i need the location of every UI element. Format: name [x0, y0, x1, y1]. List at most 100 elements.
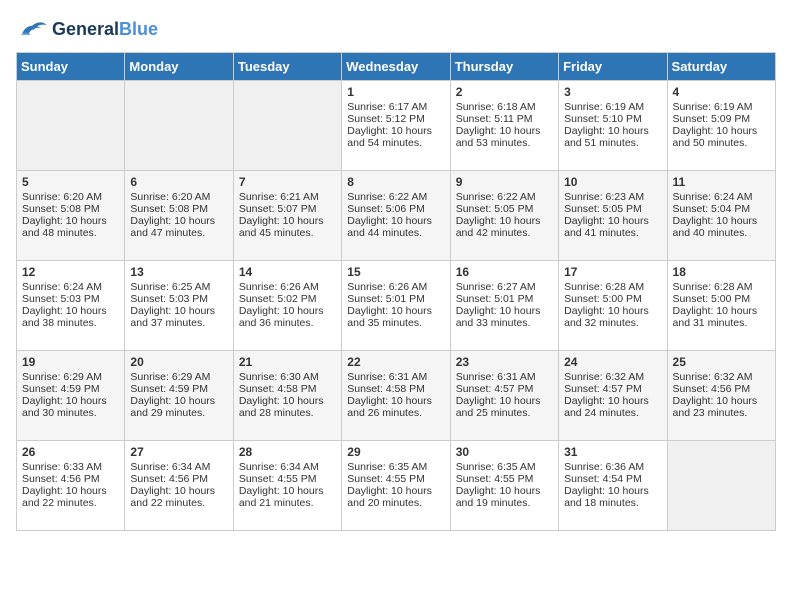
sunrise-time: Sunrise: 6:26 AM [239, 281, 319, 293]
sunrise-time: Sunrise: 6:25 AM [130, 281, 210, 293]
sunset-time: Sunset: 5:03 PM [130, 293, 208, 305]
daylight-label: Daylight: 10 hours and 18 minutes. [564, 485, 649, 509]
sunset-time: Sunset: 5:11 PM [456, 113, 533, 125]
day-number: 15 [347, 265, 444, 279]
daylight-label: Daylight: 10 hours and 25 minutes. [456, 395, 541, 419]
sunrise-time: Sunrise: 6:19 AM [564, 101, 644, 113]
day-number: 8 [347, 175, 444, 189]
calendar-cell: 5Sunrise: 6:20 AMSunset: 5:08 PMDaylight… [17, 171, 125, 261]
daylight-label: Daylight: 10 hours and 31 minutes. [673, 305, 758, 329]
calendar-cell: 25 Sunrise: 6:32 AMSunset: 4:56 PMDayligh… [667, 351, 775, 441]
sunset-time: Sunset: 5:10 PM [564, 113, 642, 125]
sunrise-time: Sunrise: 6:17 AM [347, 101, 427, 113]
day-number: 25 [673, 355, 770, 369]
calendar-cell: 2 Sunrise: 6:18 AMSunset: 5:11 PMDaylight… [450, 81, 558, 171]
logo: GeneralBlue [16, 16, 158, 44]
daylight-label: Daylight: 10 hours and 36 minutes. [239, 305, 324, 329]
calendar-cell [233, 81, 341, 171]
sunrise-time: Sunrise: 6:28 AM [564, 281, 644, 293]
daylight-label: Daylight: 10 hours and 22 minutes. [22, 485, 107, 509]
sunset-time: Sunset: 5:12 PM [347, 113, 425, 125]
sunrise-time: Sunrise: 6:31 AM [347, 371, 427, 383]
sunset-time: Sunset: 4:57 PM [456, 383, 534, 395]
sunrise-time: Sunrise: 6:36 AM [564, 461, 644, 473]
daylight-label: Daylight: 10 hours and 37 minutes. [130, 305, 215, 329]
sunset-time: Sunset: 5:00 PM [564, 293, 642, 305]
day-number: 22 [347, 355, 444, 369]
column-header-friday: Friday [559, 53, 667, 81]
calendar-cell: 12Sunrise: 6:24 AMSunset: 5:03 PMDayligh… [17, 261, 125, 351]
day-number: 7 [239, 175, 336, 189]
daylight-label: Daylight: 10 hours and 23 minutes. [673, 395, 758, 419]
day-number: 2 [456, 85, 553, 99]
header-row: SundayMondayTuesdayWednesdayThursdayFrid… [17, 53, 776, 81]
daylight-label: Daylight: 10 hours and 33 minutes. [456, 305, 541, 329]
day-number: 16 [456, 265, 553, 279]
daylight-label: Daylight: 10 hours and 30 minutes. [22, 395, 107, 419]
sunrise-time: Sunrise: 6:22 AM [456, 191, 536, 203]
daylight-label: Daylight: 10 hours and 53 minutes. [456, 125, 541, 149]
calendar-cell: 23 Sunrise: 6:31 AMSunset: 4:57 PMDayligh… [450, 351, 558, 441]
sunset-time: Sunset: 4:55 PM [347, 473, 425, 485]
day-number: 11 [673, 175, 770, 189]
calendar-cell: 21Sunrise: 6:30 AMSunset: 4:58 PMDayligh… [233, 351, 341, 441]
calendar-cell: 13 Sunrise: 6:25 AMSunset: 5:03 PMDayligh… [125, 261, 233, 351]
calendar-cell: 14Sunrise: 6:26 AMSunset: 5:02 PMDayligh… [233, 261, 341, 351]
calendar-cell: 4Sunrise: 6:19 AMSunset: 5:09 PMDaylight… [667, 81, 775, 171]
sunrise-time: Sunrise: 6:31 AM [456, 371, 536, 383]
day-number: 13 [130, 265, 227, 279]
day-number: 28 [239, 445, 336, 459]
sunrise-time: Sunrise: 6:34 AM [239, 461, 319, 473]
sunrise-time: Sunrise: 6:33 AM [22, 461, 102, 473]
sunrise-time: Sunrise: 6:28 AM [673, 281, 753, 293]
sunrise-time: Sunrise: 6:18 AM [456, 101, 536, 113]
day-number: 12 [22, 265, 119, 279]
sunset-time: Sunset: 5:08 PM [130, 203, 208, 215]
day-number: 27 [130, 445, 227, 459]
sunrise-time: Sunrise: 6:32 AM [673, 371, 753, 383]
sunrise-time: Sunrise: 6:22 AM [347, 191, 427, 203]
daylight-label: Daylight: 10 hours and 48 minutes. [22, 215, 107, 239]
daylight-label: Daylight: 10 hours and 26 minutes. [347, 395, 432, 419]
day-number: 24 [564, 355, 661, 369]
sunset-time: Sunset: 5:07 PM [239, 203, 317, 215]
calendar-cell [667, 441, 775, 531]
sunset-time: Sunset: 5:01 PM [456, 293, 534, 305]
calendar-cell: 8Sunrise: 6:22 AMSunset: 5:06 PMDaylight… [342, 171, 450, 261]
daylight-label: Daylight: 10 hours and 28 minutes. [239, 395, 324, 419]
sunset-time: Sunset: 5:04 PM [673, 203, 751, 215]
day-number: 30 [456, 445, 553, 459]
column-header-sunday: Sunday [17, 53, 125, 81]
sunset-time: Sunset: 4:55 PM [239, 473, 317, 485]
day-number: 14 [239, 265, 336, 279]
calendar-cell: 18Sunrise: 6:28 AMSunset: 5:00 PMDayligh… [667, 261, 775, 351]
sunset-time: Sunset: 5:09 PM [673, 113, 751, 125]
daylight-label: Daylight: 10 hours and 47 minutes. [130, 215, 215, 239]
sunrise-time: Sunrise: 6:21 AM [239, 191, 319, 203]
calendar-cell: 20Sunrise: 6:29 AMSunset: 4:59 PMDayligh… [125, 351, 233, 441]
daylight-label: Daylight: 10 hours and 45 minutes. [239, 215, 324, 239]
calendar-cell: 24Sunrise: 6:32 AMSunset: 4:57 PMDayligh… [559, 351, 667, 441]
calendar-cell: 27Sunrise: 6:34 AMSunset: 4:56 PMDayligh… [125, 441, 233, 531]
calendar-cell: 15Sunrise: 6:26 AMSunset: 5:01 PMDayligh… [342, 261, 450, 351]
sunrise-time: Sunrise: 6:29 AM [130, 371, 210, 383]
sunrise-time: Sunrise: 6:26 AM [347, 281, 427, 293]
sunset-time: Sunset: 4:56 PM [673, 383, 751, 395]
week-row-2: 5Sunrise: 6:20 AMSunset: 5:08 PMDaylight… [17, 171, 776, 261]
logo-bird-icon [16, 16, 48, 44]
sunset-time: Sunset: 4:59 PM [22, 383, 100, 395]
calendar-cell: 11Sunrise: 6:24 AMSunset: 5:04 PMDayligh… [667, 171, 775, 261]
column-header-monday: Monday [125, 53, 233, 81]
daylight-label: Daylight: 10 hours and 21 minutes. [239, 485, 324, 509]
calendar-cell: 19Sunrise: 6:29 AMSunset: 4:59 PMDayligh… [17, 351, 125, 441]
sunrise-time: Sunrise: 6:35 AM [347, 461, 427, 473]
daylight-label: Daylight: 10 hours and 54 minutes. [347, 125, 432, 149]
sunset-time: Sunset: 5:06 PM [347, 203, 425, 215]
calendar-cell: 30Sunrise: 6:35 AMSunset: 4:55 PMDayligh… [450, 441, 558, 531]
calendar-cell: 3Sunrise: 6:19 AMSunset: 5:10 PMDaylight… [559, 81, 667, 171]
daylight-label: Daylight: 10 hours and 38 minutes. [22, 305, 107, 329]
day-number: 26 [22, 445, 119, 459]
day-number: 23 [456, 355, 553, 369]
day-number: 31 [564, 445, 661, 459]
sunrise-time: Sunrise: 6:23 AM [564, 191, 644, 203]
